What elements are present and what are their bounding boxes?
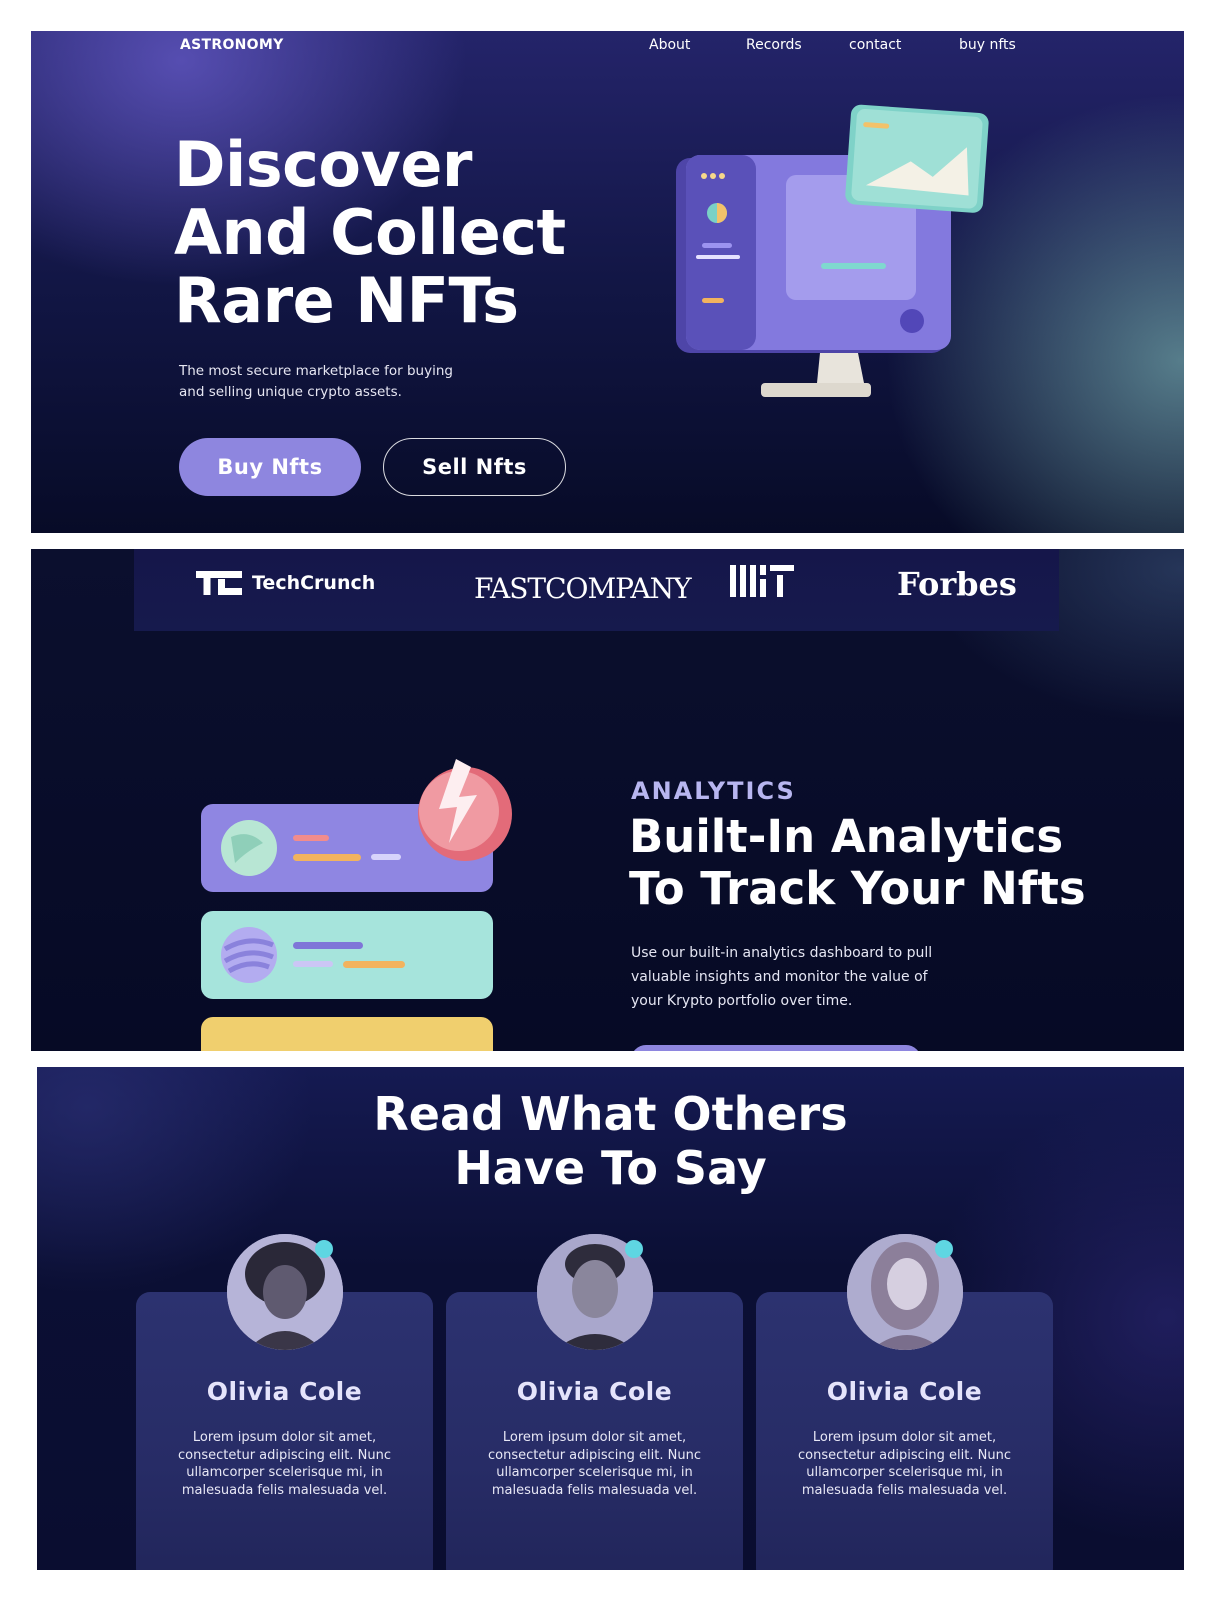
nav-link-contact[interactable]: contact [849, 37, 901, 53]
analytics-title: Built-In Analytics To Track Your Nfts [629, 811, 1086, 915]
techcrunch-wordmark: TechCrunch [252, 572, 376, 594]
fastcompany-logo: FASTCOMPANY [474, 572, 692, 605]
brand-logo[interactable]: ASTRONOMY [180, 37, 284, 53]
analytics-eyebrow: ANALYTICS [631, 777, 796, 805]
analytics-section: TechCrunch FASTCOMPANY Forbes ANALYTICS … [31, 549, 1184, 1051]
analytics-title-line: Built-In Analytics [629, 810, 1064, 863]
testimonial-name: Olivia Cole [516, 1377, 673, 1406]
testimonial-name: Olivia Cole [206, 1377, 363, 1406]
testimonials-section: Read What Others Have To Say Olivia Cole… [37, 1067, 1184, 1570]
testimonial-text: Lorem ipsum dolor sit amet, consectetur … [488, 1430, 701, 1498]
hero-title-line: Discover [174, 128, 473, 201]
buy-nfts-button[interactable]: Buy Nfts [179, 438, 361, 496]
hero-title: Discover And Collect Rare NFTs [174, 131, 566, 335]
analytics-title-line: To Track Your Nfts [629, 862, 1086, 915]
status-dot [935, 1240, 953, 1258]
status-dot [315, 1240, 333, 1258]
techcrunch-mark-icon [196, 571, 242, 595]
testimonials-title-line: Read What Others [373, 1087, 848, 1141]
nav-link-records[interactable]: Records [746, 37, 802, 53]
nav-link-about[interactable]: About [649, 37, 690, 53]
press-logo-bar: TechCrunch FASTCOMPANY Forbes [134, 549, 1059, 631]
hero-subtitle: The most secure marketplace for buying a… [179, 363, 453, 400]
monitor-illustration [676, 104, 989, 397]
analytics-cta-button[interactable] [631, 1045, 921, 1051]
nav-link-buy-nfts[interactable]: buy nfts [959, 37, 1016, 53]
forbes-logo: Forbes [897, 565, 1017, 603]
hero-title-line: And Collect [174, 196, 566, 269]
analytics-cards-illustration [201, 759, 512, 1051]
techcrunch-logo: TechCrunch [196, 571, 375, 595]
status-dot [625, 1240, 643, 1258]
testimonial-text: Lorem ipsum dolor sit amet, consectetur … [178, 1430, 391, 1498]
testimonial-text: Lorem ipsum dolor sit amet, consectetur … [798, 1430, 1011, 1498]
hero-title-line: Rare NFTs [174, 264, 519, 337]
sell-nfts-button[interactable]: Sell Nfts [383, 438, 566, 496]
testimonial-name: Olivia Cole [826, 1377, 983, 1406]
analytics-description: Use our built-in analytics dashboard to … [631, 945, 933, 1009]
hero-section: ASTRONOMY About Records contact buy nfts… [31, 31, 1184, 533]
mit-mark-icon [730, 565, 794, 597]
testimonials-title-line: Have To Say [454, 1141, 767, 1195]
testimonials-title: Read What Others Have To Say [37, 1087, 1184, 1195]
mit-logo [730, 563, 794, 608]
